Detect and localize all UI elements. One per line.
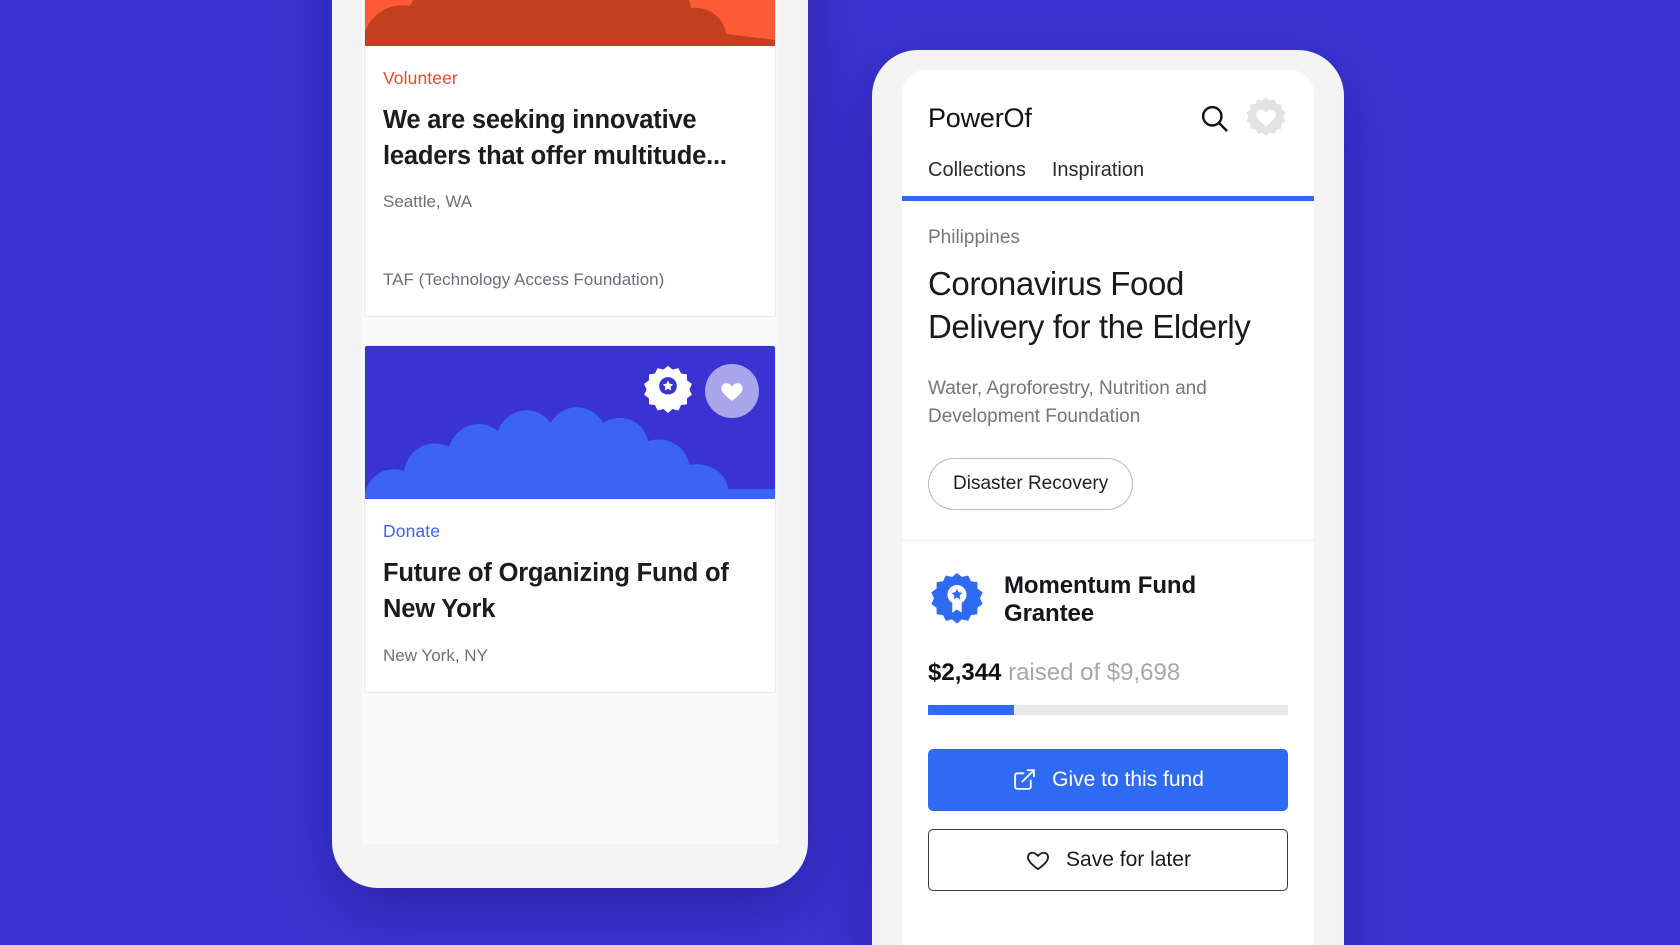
phone-right-frame: PowerOf Collections Inspiration Philippi…	[872, 50, 1344, 945]
feed-screen: Volunteer We are seeking innovative lead…	[362, 0, 778, 844]
heart-outline-icon	[1027, 851, 1050, 870]
raised-goal: raised of $9,698	[1008, 658, 1181, 686]
profile-button[interactable]	[1244, 96, 1288, 140]
app-tab-bar: Collections Inspiration	[928, 159, 1288, 196]
card-location: New York, NY	[383, 645, 488, 665]
list-item[interactable]: Donate Future of Organizing Fund of New …	[364, 345, 776, 693]
card-location: Seattle, WA	[383, 192, 473, 212]
detail-country: Philippines	[928, 227, 1020, 248]
list-item[interactable]: Volunteer We are seeking innovative lead…	[364, 0, 776, 318]
award-badge-icon-glyph	[644, 366, 692, 414]
tab-collections[interactable]: Collections	[928, 159, 1026, 196]
card-kicker: Donate	[383, 521, 441, 542]
search-button[interactable]	[1199, 103, 1230, 134]
card-organization: TAF (Technology Access Foundation)	[383, 270, 665, 290]
decorative-blob	[365, 0, 775, 46]
card-banner-image	[365, 0, 775, 46]
opportunity-detail-section: Philippines Coronavirus Food Delivery fo…	[902, 201, 1314, 541]
save-for-later-label: Save for later	[1066, 847, 1191, 871]
save-for-later-button[interactable]: Save for later	[928, 828, 1288, 891]
award-badge-icon	[641, 364, 695, 418]
detail-organization: Water, Agroforestry, Nutrition and Devel…	[928, 377, 1207, 428]
app-header: PowerOf Collections Inspiration	[902, 70, 1314, 196]
card-body: Volunteer We are seeking innovative lead…	[365, 46, 775, 316]
raised-amount: $2,344	[928, 658, 1002, 686]
award-badge-icon	[928, 571, 986, 629]
detail-screen: PowerOf Collections Inspiration Philippi…	[902, 70, 1314, 945]
card-title: Future of Organizing Fund of New York	[383, 559, 729, 624]
feed-list: Volunteer We are seeking innovative lead…	[362, 0, 778, 844]
favorite-button[interactable]	[705, 364, 759, 419]
raised-summary: $2,344 raised of $9,698	[928, 659, 1288, 687]
give-to-this-fund-label: Give to this fund	[1052, 767, 1204, 791]
external-link-icon	[1014, 769, 1035, 791]
badge-heart-icon	[1246, 97, 1286, 136]
card-banner-image	[365, 346, 775, 500]
grantee-row: Momentum Fund Grantee	[928, 571, 1288, 629]
heart-icon	[721, 383, 743, 402]
category-tag-disaster-recovery[interactable]: Disaster Recovery	[928, 457, 1134, 510]
app-brand-title: PowerOf	[928, 102, 1032, 133]
header-icon-group	[1199, 96, 1288, 140]
tab-inspiration[interactable]: Inspiration	[1052, 159, 1144, 196]
card-body: Donate Future of Organizing Fund of New …	[365, 499, 775, 691]
phone-left-frame: Volunteer We are seeking innovative lead…	[332, 0, 808, 888]
grantee-label: Momentum Fund Grantee	[1004, 571, 1197, 627]
fundraising-progress-fill	[928, 704, 1015, 715]
fundraising-progress-bar	[928, 704, 1288, 715]
fund-section: Momentum Fund Grantee $2,344 raised of $…	[902, 541, 1314, 935]
search-icon	[1201, 105, 1228, 132]
card-banner-actions	[641, 364, 759, 419]
mockup-stage: Volunteer We are seeking innovative lead…	[0, 0, 1680, 945]
card-kicker: Volunteer	[383, 68, 458, 88]
award-badge-icon-glyph	[931, 572, 983, 624]
card-title: We are seeking innovative leaders that o…	[383, 106, 727, 170]
give-to-this-fund-button[interactable]: Give to this fund	[928, 748, 1288, 811]
app-header-top-row: PowerOf	[928, 96, 1288, 140]
page-title: Coronavirus Food Delivery for the Elderl…	[928, 265, 1251, 345]
